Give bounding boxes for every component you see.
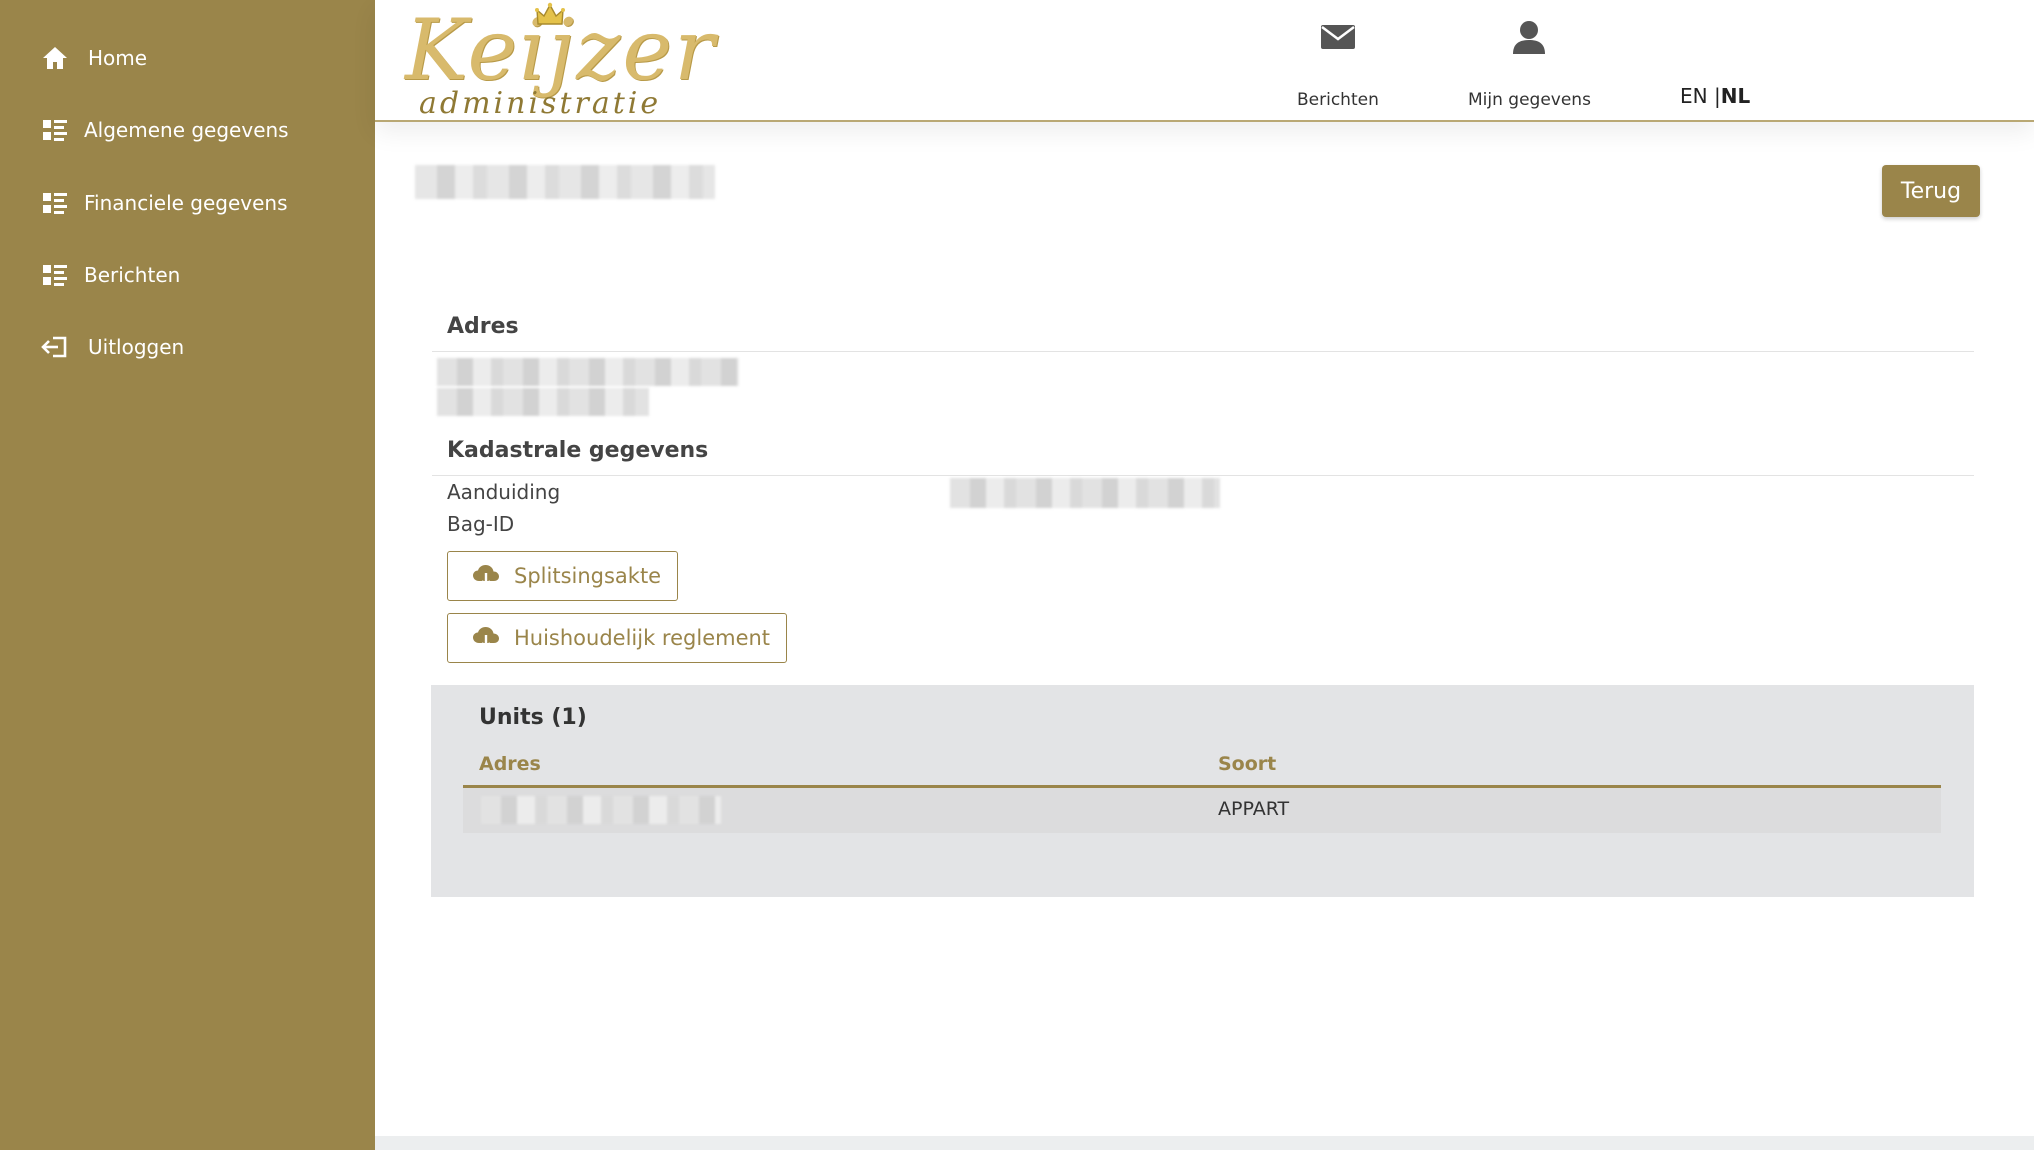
column-header-address: Adres xyxy=(479,753,541,775)
envelope-icon xyxy=(1320,14,1356,60)
units-title: Units (1) xyxy=(479,705,587,730)
address-line-redacted xyxy=(437,358,739,386)
list-icon xyxy=(40,260,70,290)
list-icon xyxy=(40,115,70,145)
header-profile-label: Mijn gegevens xyxy=(1468,90,1591,110)
split-deed-download-button[interactable]: Splitsingsakte xyxy=(447,551,679,601)
logo-subtext: administratie xyxy=(419,86,662,121)
designation-label: Aanduiding xyxy=(447,480,561,504)
sidebar-item-label: Financiele gegevens xyxy=(84,191,288,215)
sidebar-item-label: Algemene gegevens xyxy=(84,118,289,142)
sidebar: Home Algemene gegevens Financiele gegeve… xyxy=(0,0,375,1150)
sidebar-item-algemene-gegevens[interactable]: Algemene gegevens xyxy=(40,110,289,150)
back-button[interactable]: Terug xyxy=(1882,165,1980,217)
user-icon xyxy=(1511,14,1547,60)
split-deed-label: Splitsingsakte xyxy=(514,564,662,588)
lang-nl[interactable]: NL xyxy=(1721,84,1750,108)
unit-type: APPART xyxy=(1218,798,1290,820)
sidebar-item-label: Home xyxy=(88,46,148,70)
address-line-redacted xyxy=(437,388,649,416)
top-header: Keijzer administratie Berichten Mijn geg… xyxy=(375,0,2034,122)
sidebar-item-uitloggen[interactable]: Uitloggen xyxy=(40,327,184,367)
unit-address-redacted xyxy=(481,796,721,824)
logout-icon xyxy=(40,332,70,362)
lang-en[interactable]: EN xyxy=(1680,84,1708,108)
crown-icon xyxy=(535,2,565,32)
house-rules-label: Huishoudelijk reglement xyxy=(514,626,771,650)
units-panel: Units (1) Adres Soort APPART xyxy=(431,685,1974,897)
sidebar-item-financiele-gegevens[interactable]: Financiele gegevens xyxy=(40,183,288,223)
address-heading: Adres xyxy=(447,314,519,339)
table-row[interactable]: APPART xyxy=(463,788,1941,833)
cloud-download-icon xyxy=(472,626,500,650)
cloud-download-icon xyxy=(472,564,500,588)
sidebar-item-label: Uitloggen xyxy=(88,335,185,359)
house-rules-download-button[interactable]: Huishoudelijk reglement xyxy=(447,613,788,663)
language-switcher: EN |NL xyxy=(1680,84,1750,108)
sidebar-item-home[interactable]: Home xyxy=(40,38,147,78)
sidebar-item-berichten[interactable]: Berichten xyxy=(40,255,180,295)
header-messages-label: Berichten xyxy=(1297,90,1379,110)
home-icon xyxy=(40,43,70,73)
bag-id-label: Bag-ID xyxy=(447,512,515,536)
lang-separator: | xyxy=(1713,84,1721,108)
designation-value-redacted xyxy=(950,478,1220,508)
footer-strip xyxy=(375,1136,2034,1150)
column-header-type: Soort xyxy=(1218,753,1277,775)
address-divider xyxy=(432,351,1974,352)
cadastral-heading: Kadastrale gegevens xyxy=(447,438,709,463)
header-messages-link[interactable]: Berichten xyxy=(1297,14,1379,110)
header-profile-link[interactable]: Mijn gegevens xyxy=(1468,14,1591,110)
list-icon xyxy=(40,188,70,218)
page-title-redacted xyxy=(415,165,715,199)
cadastral-divider xyxy=(432,475,1974,476)
brand-logo[interactable]: Keijzer administratie xyxy=(405,2,714,121)
sidebar-item-label: Berichten xyxy=(84,263,181,287)
